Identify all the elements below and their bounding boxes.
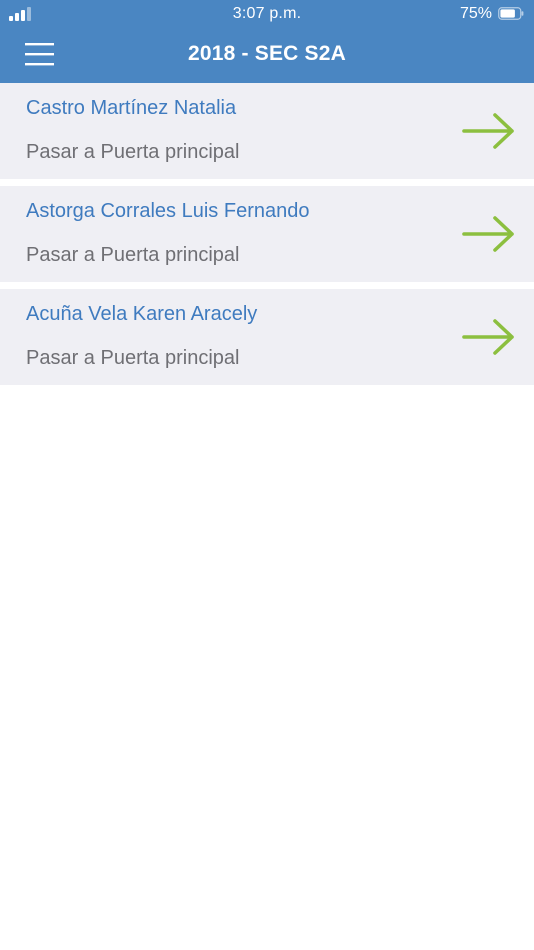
student-name: Astorga Corrales Luis Fernando: [26, 200, 310, 222]
battery-icon: [498, 7, 524, 20]
status-bar: 3:07 p.m. 75%: [0, 0, 534, 28]
arrow-right-icon[interactable]: [461, 214, 517, 254]
student-list: Castro Martínez Natalia Pasar a Puerta p…: [0, 83, 534, 392]
student-status: Pasar a Puerta principal: [26, 141, 240, 163]
student-row[interactable]: Acuña Vela Karen Aracely Pasar a Puerta …: [0, 289, 534, 385]
page-title: 2018 - SEC S2A: [187, 42, 347, 65]
arrow-right-icon[interactable]: [461, 111, 517, 151]
student-name: Acuña Vela Karen Aracely: [26, 303, 258, 325]
battery-percentage: 75%: [459, 5, 492, 22]
app-header: 3:07 p.m. 75% 2018 - SEC S2A: [0, 0, 534, 83]
status-time: 3:07 p.m.: [232, 5, 302, 22]
navigation-bar: 2018 - SEC S2A: [0, 28, 534, 83]
student-row[interactable]: Castro Martínez Natalia Pasar a Puerta p…: [0, 83, 534, 179]
student-name: Castro Martínez Natalia: [26, 97, 237, 119]
student-status: Pasar a Puerta principal: [26, 244, 240, 266]
arrow-right-icon[interactable]: [461, 317, 517, 357]
student-status: Pasar a Puerta principal: [26, 347, 240, 369]
student-row[interactable]: Astorga Corrales Luis Fernando Pasar a P…: [0, 186, 534, 282]
